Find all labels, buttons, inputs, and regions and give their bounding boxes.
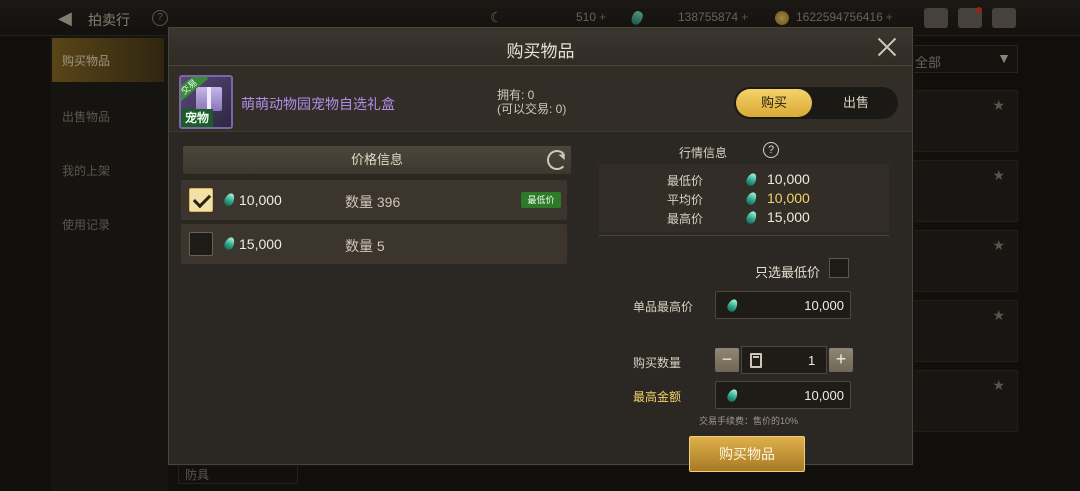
min-price-label: 最低价 bbox=[667, 174, 704, 188]
unit-max-price-field[interactable]: 10,000 bbox=[715, 291, 851, 319]
market-info-title: 行情信息 bbox=[679, 146, 728, 160]
gift-box-icon: 交易 宠物 bbox=[179, 75, 233, 129]
price-row[interactable]: 15,000 数量 5 bbox=[181, 224, 567, 264]
quantity-value: 1 bbox=[808, 353, 816, 368]
divider bbox=[599, 235, 889, 236]
row-checkbox[interactable] bbox=[189, 188, 213, 212]
market-stats bbox=[599, 164, 889, 232]
calculator-icon[interactable] bbox=[750, 353, 762, 368]
row-checkbox[interactable] bbox=[189, 232, 213, 256]
avg-price-label: 平均价 bbox=[667, 193, 704, 207]
purchase-dialog: 购买物品 交易 宠物 萌萌动物园宠物自选礼盒 拥有: 0 (可以交易: 0) 购… bbox=[168, 27, 913, 472]
max-price-value: 15,000 bbox=[767, 209, 810, 225]
unit-max-price-value: 10,000 bbox=[804, 298, 844, 313]
only-lowest-checkbox[interactable] bbox=[829, 258, 849, 278]
gem-icon bbox=[725, 297, 740, 314]
lowest-price-badge: 最低价 bbox=[521, 192, 561, 208]
quantity-stepper[interactable]: 1 bbox=[741, 346, 827, 374]
item-name: 萌萌动物园宠物自选礼盒 bbox=[241, 96, 395, 112]
only-lowest-label: 只选最低价 bbox=[755, 265, 821, 280]
tradable-line: (可以交易: 0) bbox=[497, 102, 567, 116]
dialog-header: 购买物品 bbox=[169, 28, 912, 66]
row-quantity: 数量 396 bbox=[345, 194, 401, 210]
pet-tag: 宠物 bbox=[181, 109, 213, 127]
increase-quantity-button[interactable]: + bbox=[829, 348, 853, 372]
gem-icon bbox=[222, 191, 237, 208]
row-quantity: 数量 5 bbox=[345, 238, 385, 254]
gift-ribbon bbox=[207, 87, 211, 111]
tab-sell[interactable]: 出售 bbox=[818, 89, 894, 117]
price-list-title: 价格信息 bbox=[350, 152, 403, 167]
buy-sell-toggle: 购买 出售 bbox=[734, 87, 898, 119]
dialog-title: 购买物品 bbox=[506, 42, 575, 61]
close-icon[interactable] bbox=[874, 34, 900, 60]
max-total-field: 10,000 bbox=[715, 381, 851, 409]
owned-line: 拥有: 0 bbox=[497, 88, 535, 102]
max-price-label: 最高价 bbox=[667, 212, 704, 226]
decrease-quantity-button[interactable]: − bbox=[715, 348, 739, 372]
item-info: 交易 宠物 萌萌动物园宠物自选礼盒 拥有: 0 (可以交易: 0) 购买 出售 bbox=[169, 66, 912, 132]
gem-icon bbox=[725, 387, 740, 404]
row-price: 10,000 bbox=[239, 192, 282, 208]
buy-item-button[interactable]: 购买物品 bbox=[689, 436, 805, 472]
unit-max-price-label: 单品最高价 bbox=[633, 300, 694, 314]
price-list-header: 价格信息 bbox=[183, 146, 571, 174]
market-panel: 行情信息 ? 最低价 10,000 平均价 10,000 最高价 15,000 … bbox=[579, 138, 909, 472]
row-price: 15,000 bbox=[239, 236, 282, 252]
price-list: 价格信息 10,000 数量 396 最低价 15,000 数量 5 bbox=[179, 138, 571, 456]
avg-price-value: 10,000 bbox=[767, 190, 810, 206]
price-row[interactable]: 10,000 数量 396 最低价 bbox=[181, 180, 567, 220]
max-total-value: 10,000 bbox=[804, 388, 844, 403]
tab-buy[interactable]: 购买 bbox=[736, 89, 812, 117]
min-price-value: 10,000 bbox=[767, 171, 810, 187]
owned-count: 拥有: 0 (可以交易: 0) bbox=[497, 88, 566, 116]
gem-icon bbox=[222, 235, 237, 252]
fee-note: 交易手续费：售价的10% bbox=[699, 416, 799, 426]
quantity-label: 购买数量 bbox=[633, 356, 682, 370]
max-total-label: 最高金额 bbox=[633, 390, 682, 404]
help-icon[interactable]: ? bbox=[763, 142, 779, 158]
refresh-icon[interactable] bbox=[547, 150, 567, 170]
